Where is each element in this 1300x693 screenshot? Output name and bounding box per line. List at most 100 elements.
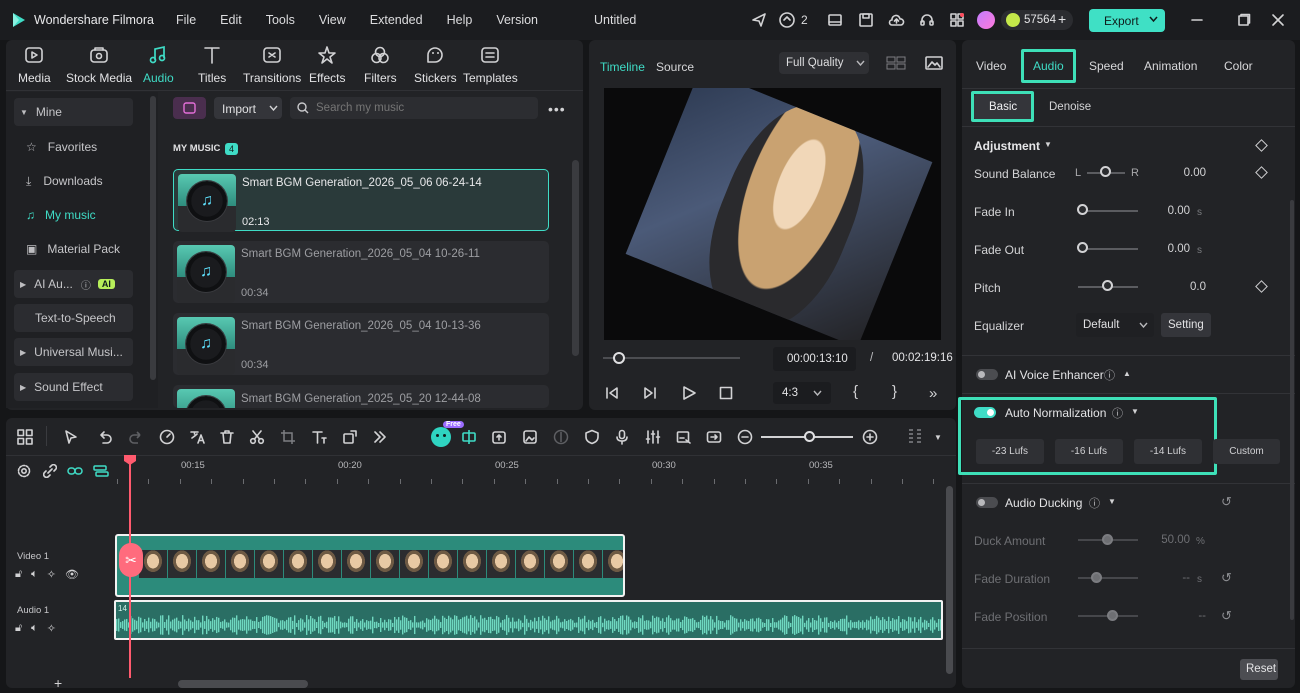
sidebar-item-favorites[interactable]: ☆ Favorites: [14, 133, 133, 161]
equalizer-dropdown[interactable]: Default: [1076, 313, 1154, 337]
toolbar-stock-media[interactable]: Stock Media: [66, 44, 132, 85]
library-scrollbar[interactable]: [572, 160, 579, 356]
tab-source[interactable]: Source: [656, 60, 694, 74]
menu-edit[interactable]: Edit: [208, 13, 254, 27]
tab-timeline[interactable]: Timeline: [600, 60, 645, 74]
caret-down-icon[interactable]: ▼: [1131, 407, 1139, 416]
lufs-minus-23-button[interactable]: -23 Lufs: [976, 439, 1044, 464]
speaker-icon[interactable]: 🔈︎: [31, 568, 38, 581]
lock-icon[interactable]: 🔓︎: [15, 622, 22, 635]
menu-version[interactable]: Version: [484, 13, 550, 27]
subtab-denoise[interactable]: Denoise: [1049, 101, 1091, 113]
sound-balance-value[interactable]: 0.00: [1166, 167, 1206, 179]
link-icon[interactable]: [67, 464, 83, 478]
reset-button[interactable]: Reset: [1240, 659, 1278, 680]
menu-extended[interactable]: Extended: [358, 13, 435, 27]
zoom-in-icon[interactable]: [862, 429, 878, 445]
sidebar-item-material-pack[interactable]: ▣ Material Pack: [14, 235, 133, 263]
caret-down-icon[interactable]: ▼: [1044, 140, 1052, 149]
tab-speed[interactable]: Speed: [1089, 59, 1124, 73]
speaker-icon[interactable]: 🔈︎: [31, 622, 38, 635]
quality-dropdown[interactable]: Full Quality: [779, 52, 869, 74]
export-button[interactable]: Export: [1089, 9, 1165, 32]
headset-icon[interactable]: [919, 12, 935, 28]
layout-grid-icon[interactable]: [17, 429, 33, 445]
eye-icon[interactable]: 👁︎: [65, 568, 79, 581]
lock-icon[interactable]: 🔓︎: [15, 568, 22, 581]
menu-view[interactable]: View: [307, 13, 358, 27]
split-scissors-icon[interactable]: ✂: [119, 543, 143, 577]
preview-progress-knob[interactable]: [613, 352, 625, 364]
magic-icon[interactable]: ✧: [47, 568, 56, 581]
avatar[interactable]: [977, 11, 995, 29]
reset-icon[interactable]: ↺: [1221, 494, 1232, 510]
ai-voice-toggle[interactable]: [976, 369, 998, 380]
transform-icon[interactable]: [342, 429, 358, 445]
timeline-horizontal-scrollbar[interactable]: [178, 680, 308, 688]
prev-frame-icon[interactable]: [604, 386, 620, 400]
pitch-value[interactable]: 0.0: [1166, 281, 1206, 293]
magic-icon[interactable]: ✧: [47, 622, 56, 635]
fade-out-value[interactable]: 0.00: [1150, 243, 1190, 255]
sidebar-item-mine[interactable]: ▼ Mine: [14, 98, 133, 126]
more-options-icon[interactable]: •••: [548, 101, 566, 117]
video-clip[interactable]: [115, 534, 625, 597]
stop-icon[interactable]: [719, 386, 733, 400]
toolbar-templates[interactable]: Templates: [463, 44, 518, 85]
music-card-4[interactable]: Smart BGM Generation_2025_05_20 12-44-08: [173, 385, 549, 408]
microphone-icon[interactable]: [614, 429, 630, 445]
help-icon[interactable]: ⓘ: [1112, 405, 1123, 421]
mark-in-icon[interactable]: {: [853, 383, 858, 400]
ai-assistant-icon[interactable]: [431, 427, 451, 447]
settings-icon[interactable]: [17, 464, 31, 478]
zoom-knob[interactable]: [804, 431, 815, 442]
inspector-scrollbar[interactable]: [1290, 200, 1294, 620]
maximize-icon[interactable]: [1237, 13, 1251, 27]
delete-icon[interactable]: [219, 429, 235, 445]
toolbar-stickers[interactable]: Stickers: [414, 44, 457, 85]
search-input[interactable]: [316, 100, 526, 116]
track-layout-icon[interactable]: [907, 428, 923, 446]
toolbar-titles[interactable]: Titles: [198, 44, 226, 85]
lufs-custom-button[interactable]: Custom: [1213, 439, 1280, 464]
toolbar-audio[interactable]: Audio: [143, 44, 174, 85]
grid-view-icon[interactable]: [886, 55, 906, 71]
fade-duration-knob[interactable]: [1091, 572, 1102, 583]
lufs-minus-16-button[interactable]: -16 Lufs: [1055, 439, 1123, 464]
unlink-icon[interactable]: [43, 464, 57, 478]
more-tools-icon[interactable]: [373, 429, 387, 445]
caret-up-icon[interactable]: ▲: [1123, 369, 1131, 378]
equalizer-setting-button[interactable]: Setting: [1161, 313, 1211, 337]
notification-icon[interactable]: [778, 11, 796, 29]
audio-ducking-toggle[interactable]: [976, 497, 998, 508]
shield-icon[interactable]: [584, 429, 600, 445]
music-card-2[interactable]: ♫ Smart BGM Generation_2026_05_04 10-26-…: [173, 241, 549, 303]
crop-icon[interactable]: [280, 429, 296, 445]
video-preview[interactable]: [604, 88, 941, 340]
undo-icon[interactable]: [97, 429, 113, 445]
reset-icon[interactable]: ↺: [1221, 570, 1232, 586]
audio-clip[interactable]: 14: [114, 600, 943, 640]
replace-icon[interactable]: [706, 429, 722, 445]
toolbar-filters[interactable]: Filters: [364, 44, 397, 85]
fade-out-knob[interactable]: [1077, 242, 1088, 253]
caret-down-icon[interactable]: ▼: [1108, 497, 1116, 506]
duck-amount-value[interactable]: 50.00: [1150, 534, 1190, 546]
caret-down-icon[interactable]: ▼: [934, 433, 942, 442]
sidebar-item-my-music[interactable]: ♫ My music: [14, 201, 133, 229]
lufs-minus-14-button[interactable]: -14 Lufs: [1134, 439, 1202, 464]
fade-in-knob[interactable]: [1077, 204, 1088, 215]
search-box[interactable]: [290, 97, 538, 119]
color-match-icon[interactable]: [553, 429, 569, 445]
sidebar-item-downloads[interactable]: ⤓ Downloads: [14, 167, 133, 195]
tab-video[interactable]: Video: [976, 59, 1006, 73]
apps-grid-icon[interactable]: [949, 12, 965, 28]
add-track-icon[interactable]: +: [54, 675, 62, 691]
more-controls-icon[interactable]: »: [929, 385, 937, 402]
ai-music-button[interactable]: [173, 97, 206, 119]
import-dropdown[interactable]: Import: [214, 97, 282, 119]
mark-out-icon[interactable]: }: [892, 383, 897, 400]
save-icon[interactable]: [858, 12, 874, 28]
text-tool-icon[interactable]: [311, 429, 327, 445]
sidebar-item-ai-audio[interactable]: ▶ AI Au... ⓘ AI: [14, 270, 133, 298]
